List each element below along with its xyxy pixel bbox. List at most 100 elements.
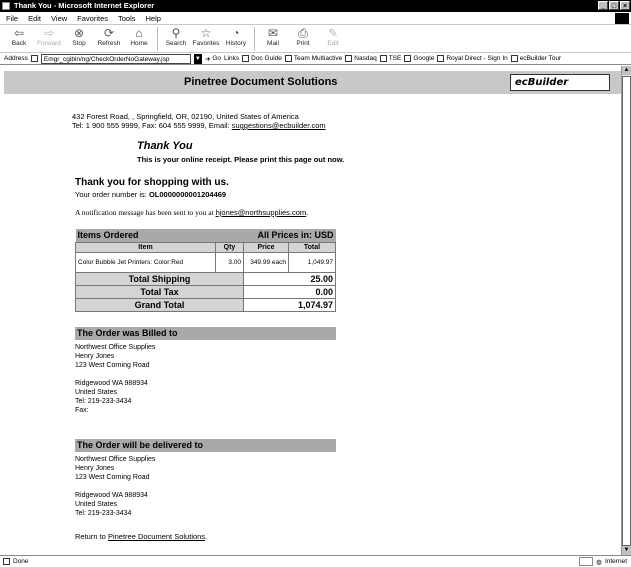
- status-page-icon: [3, 558, 10, 565]
- thank-you-heading: Thank You: [137, 140, 193, 152]
- window-title: Thank You - Microsoft Internet Explorer: [14, 1, 155, 10]
- address-dropdown-icon[interactable]: ▼: [193, 53, 202, 64]
- menu-view[interactable]: View: [51, 14, 67, 23]
- favorites-icon: ☆: [200, 26, 212, 40]
- col-qty: Qty: [215, 241, 244, 253]
- link-royal-direct[interactable]: Royal Direct - Sign In: [437, 55, 508, 62]
- link-google[interactable]: Google: [404, 55, 434, 62]
- home-button[interactable]: ⌂ Home: [124, 25, 154, 52]
- billed-to-heading: The Order was Billed to: [75, 327, 336, 340]
- billed-line: United States: [75, 389, 118, 396]
- menu-bar: File Edit View Favorites Tools Help: [0, 12, 631, 25]
- standard-toolbar: ⇦ Back ⇨ Forward ⊗ Stop ⟳ Refresh ⌂ Home ⚲ Sea…: [0, 25, 631, 53]
- item-total: 1,049.97: [288, 251, 336, 273]
- history-button[interactable]: ◔ History: [221, 25, 251, 52]
- link-page-icon: [242, 55, 250, 62]
- billed-line: Fax:: [75, 407, 89, 414]
- item-price: 349.99 each: [243, 251, 289, 273]
- menu-tools[interactable]: Tools: [118, 14, 136, 23]
- notification-line: A notification message has been sent to …: [75, 208, 309, 217]
- item-qty: 3.00: [215, 251, 244, 273]
- link-page-icon: [404, 55, 412, 62]
- shopping-heading: Thank you for shopping with us.: [75, 177, 229, 188]
- link-doc-guide[interactable]: Doc Guide: [242, 55, 282, 62]
- grand-total-value: 1,074.97: [243, 297, 336, 312]
- links-label: Links: [223, 55, 240, 62]
- page-content: Pinetree Document Solutions ecBuilder 43…: [4, 66, 621, 555]
- scroll-up-icon[interactable]: ▲: [622, 66, 631, 75]
- link-page-icon: [510, 55, 518, 62]
- page-icon: [30, 55, 38, 62]
- items-ordered-heading: Items Ordered: [75, 229, 244, 242]
- site-title: Pinetree Document Solutions: [184, 76, 338, 88]
- billed-line: Tel: 219-233-3434: [75, 398, 132, 405]
- edit-button[interactable]: ✎ Edit: [318, 25, 348, 52]
- back-arrow-icon: ⇦: [13, 26, 25, 40]
- ecbuilder-logo: ecBuilder: [510, 74, 610, 91]
- delivered-to-address: Northwest Office Supplies Henry Jones 12…: [75, 455, 155, 518]
- forward-button[interactable]: ⇨ Forward: [34, 25, 64, 52]
- windows-logo-icon: [615, 13, 629, 24]
- link-ecbuilder-tour[interactable]: ecBuilder Tour: [510, 55, 561, 62]
- menu-favorites[interactable]: Favorites: [77, 14, 108, 23]
- address-input[interactable]: Emgr_cgibin/ng/CheckOrderNoGateway.jsp: [40, 53, 191, 64]
- address-line: 432 Forest Road, , Springfield, OR, 0219…: [72, 112, 299, 121]
- go-button[interactable]: ➜ Go: [205, 55, 221, 63]
- scroll-down-icon[interactable]: ▼: [622, 546, 631, 555]
- grand-total-row: Grand Total 1,074.97: [75, 297, 336, 312]
- maximize-button[interactable]: □: [609, 1, 619, 10]
- items-ordered-table: Items Ordered All Prices in: USD Item Qt…: [75, 229, 336, 312]
- title-bar: Thank You - Microsoft Internet Explorer …: [0, 0, 631, 12]
- contact-line: Tel: 1 900 555 9999, Fax: 604 555 9999, …: [72, 121, 326, 130]
- delivered-line: United States: [75, 501, 118, 508]
- total-tax-row: Total Tax 0.00: [75, 284, 336, 299]
- suggestions-email-link[interactable]: suggestions@ecbuilder.com: [232, 121, 326, 130]
- close-button[interactable]: ×: [620, 1, 630, 10]
- col-item: Item: [75, 241, 216, 253]
- status-panel: [579, 557, 594, 566]
- print-button[interactable]: ⎙ Print: [288, 25, 318, 52]
- menu-help[interactable]: Help: [146, 14, 161, 23]
- ie-icon: [2, 2, 10, 10]
- mail-icon: ✉: [267, 26, 279, 40]
- delivered-line: Northwest Office Supplies: [75, 456, 156, 463]
- toolbar-separator: [157, 27, 158, 51]
- search-icon: ⚲: [171, 26, 181, 40]
- delivered-line: Tel: 219-233-3434: [75, 510, 132, 517]
- stop-button[interactable]: ⊗ Stop: [64, 25, 94, 52]
- total-shipping-row: Total Shipping 25.00: [75, 271, 336, 286]
- back-button[interactable]: ⇦ Back: [4, 25, 34, 52]
- mail-button[interactable]: ✉ Mail: [258, 25, 288, 52]
- menu-edit[interactable]: Edit: [28, 14, 41, 23]
- vertical-scrollbar[interactable]: ▲ ▼: [621, 66, 631, 555]
- column-headers: Item Qty Price Total: [75, 241, 336, 253]
- link-team-multiactive[interactable]: Team Multiactive: [284, 55, 342, 62]
- delivered-line: 123 West Corning Road: [75, 474, 150, 481]
- return-link[interactable]: Pinetree Document Solutions: [108, 532, 205, 541]
- forward-arrow-icon: ⇨: [43, 26, 55, 40]
- delivered-line: Ridgewood WA 988934: [75, 492, 148, 499]
- notification-email-link[interactable]: hjones@northsupplies.com: [216, 208, 307, 217]
- total-shipping-label: Total Shipping: [75, 271, 244, 286]
- minimize-button[interactable]: _: [598, 1, 608, 10]
- stop-icon: ⊗: [73, 26, 85, 40]
- link-nasdaq[interactable]: Nasdaq: [345, 55, 377, 62]
- link-tse[interactable]: TSE: [379, 55, 401, 62]
- scroll-thumb[interactable]: [622, 76, 631, 546]
- favorites-button[interactable]: ☆ Favorites: [191, 25, 221, 52]
- refresh-icon: ⟳: [103, 26, 115, 40]
- menu-file[interactable]: File: [6, 14, 18, 23]
- link-page-icon: [379, 55, 387, 62]
- billed-line: Northwest Office Supplies: [75, 344, 156, 351]
- delivered-line: [75, 482, 155, 491]
- order-number: OL0000000001204469: [148, 190, 227, 199]
- globe-icon: ◍: [596, 558, 602, 566]
- billed-to-address: Northwest Office Supplies Henry Jones 12…: [75, 343, 155, 415]
- search-button[interactable]: ⚲ Search: [161, 25, 191, 52]
- history-icon: ◔: [232, 26, 240, 40]
- status-bar: Done ◍ Internet: [0, 555, 631, 567]
- print-icon: ⎙: [298, 26, 308, 40]
- total-tax-value: 0.00: [243, 284, 336, 299]
- address-bar: Address Emgr_cgibin/ng/CheckOrderNoGatew…: [0, 53, 631, 65]
- refresh-button[interactable]: ⟳ Refresh: [94, 25, 124, 52]
